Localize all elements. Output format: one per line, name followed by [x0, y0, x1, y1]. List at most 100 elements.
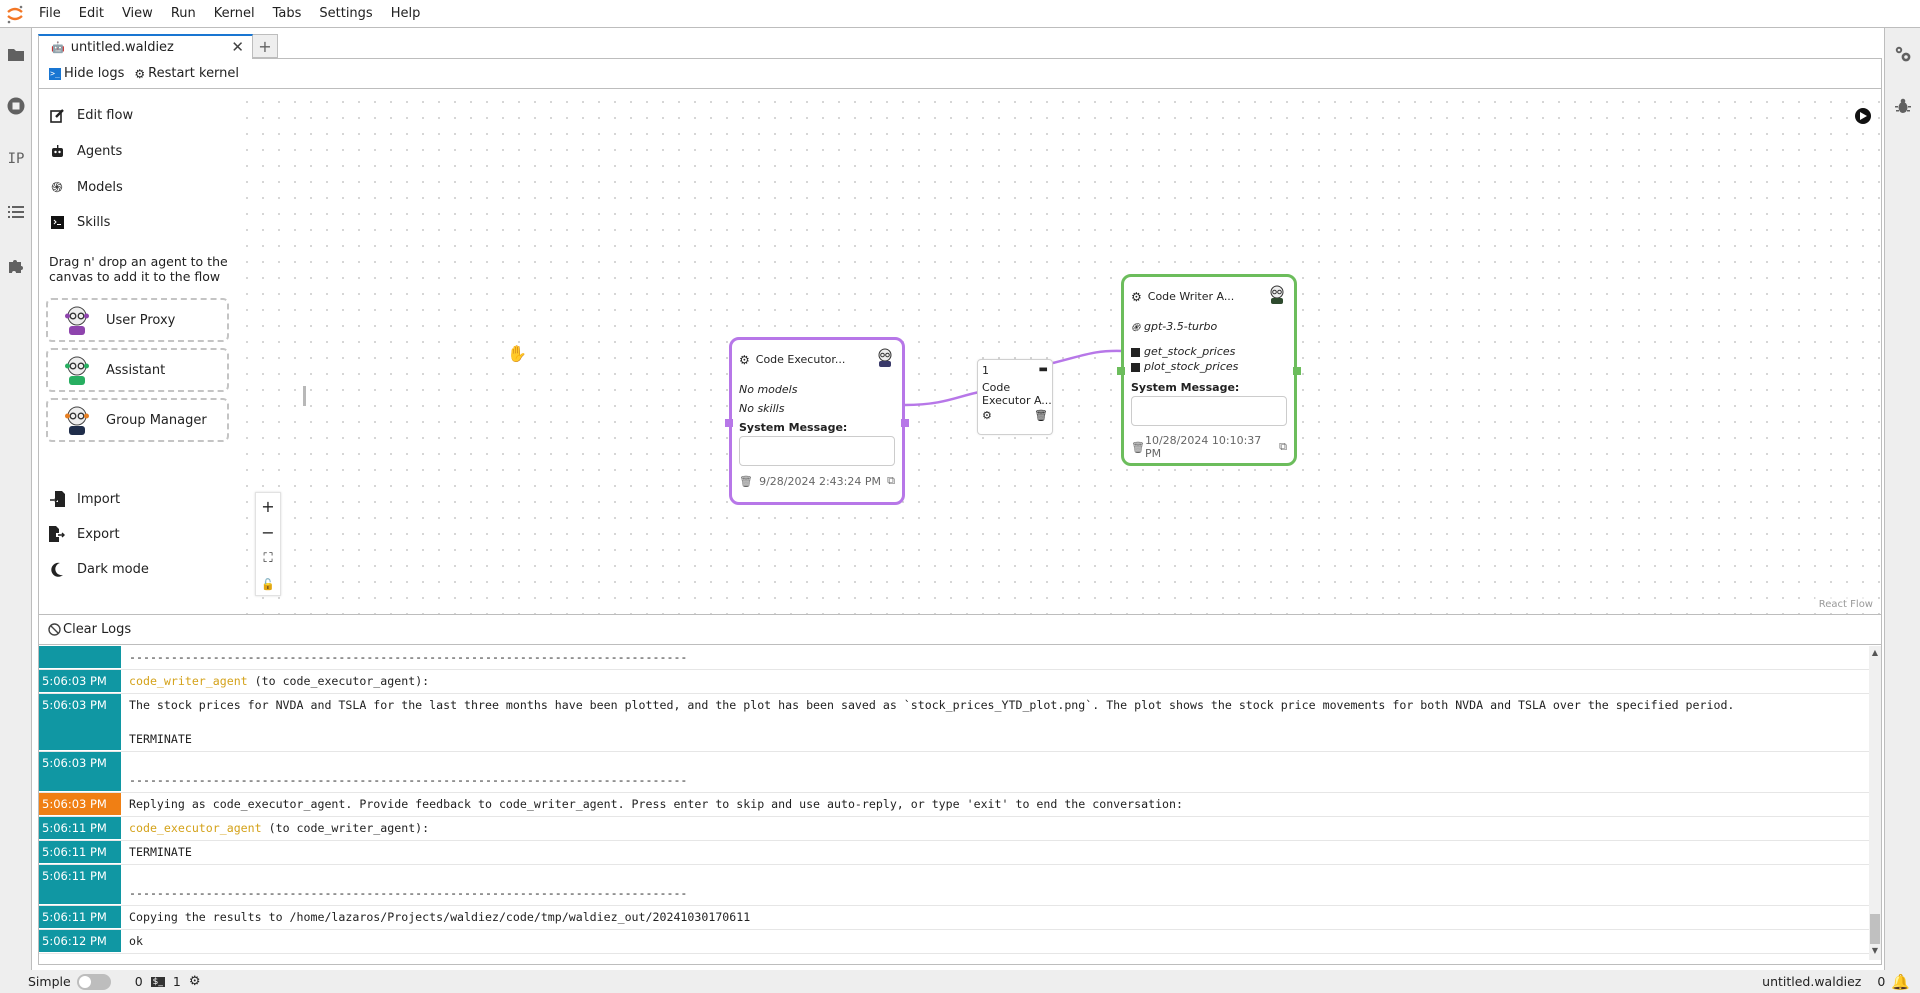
menubar: File Edit View Run Kernel Tabs Settings Help: [0, 0, 1920, 28]
node-model: ֍ gpt-3.5-turbo: [1131, 320, 1287, 335]
menu-settings[interactable]: Settings: [310, 0, 381, 28]
sidebar-item-label: Import: [77, 491, 121, 507]
flow-canvas[interactable]: ⚙ Code Executor... No models No skills S…: [235, 90, 1881, 614]
log-text: ----------------------------------------…: [129, 886, 688, 900]
debugger-icon[interactable]: [1887, 86, 1919, 126]
edge-path-out[interactable]: [1052, 349, 1124, 365]
delete-node-icon[interactable]: 🗑: [1131, 441, 1145, 454]
new-tab-button[interactable]: +: [253, 34, 278, 58]
menu-view[interactable]: View: [113, 0, 162, 28]
sidebar-item-agents[interactable]: Agents: [49, 140, 122, 162]
lock-button[interactable]: 🔓: [256, 571, 280, 597]
menu-run[interactable]: Run: [162, 0, 205, 28]
property-settings-icon[interactable]: [1887, 34, 1919, 74]
node-title: Code Writer A...: [1147, 290, 1235, 303]
agent-settings-gear-icon[interactable]: ⚙: [739, 353, 750, 367]
log-text: (to code_writer_agent):: [268, 821, 430, 835]
close-tab-icon[interactable]: ✕: [231, 38, 244, 56]
node-handle-right[interactable]: [901, 419, 909, 427]
zoom-in-button[interactable]: +: [256, 493, 280, 519]
log-timestamp: [39, 646, 121, 669]
clear-logs-button[interactable]: Clear Logs: [39, 615, 1881, 645]
waldiez-editor-panel: >_ Hide logs ⚙ Restart kernel ⚙ Code Exe…: [38, 59, 1882, 965]
edge-settings-gear-icon[interactable]: ⚙: [982, 409, 992, 422]
sidebar-item-models[interactable]: ֍ Models: [49, 176, 123, 198]
log-row: 5:06:11 PM Copying the results to /home/l…: [39, 906, 1869, 930]
sidebar-item-label: Agents: [77, 143, 123, 159]
property-inspector-icon[interactable]: IP: [0, 139, 32, 179]
kernel-count[interactable]: 1: [173, 974, 181, 989]
system-message-input[interactable]: [739, 436, 895, 466]
log-message: code_executor_agent (to code_writer_agen…: [121, 817, 1869, 840]
menu-kernel[interactable]: Kernel: [205, 0, 264, 28]
edge-delete-icon[interactable]: 🗑: [1034, 409, 1048, 422]
agent-node-code-writer[interactable]: ⚙ Code Writer A... ֍ gpt-3.5-turbo get_s…: [1117, 274, 1301, 466]
scroll-up-icon[interactable]: ▲: [1869, 648, 1881, 660]
edge-label: Code Executor A...: [982, 381, 1052, 407]
zoom-out-button[interactable]: −: [256, 519, 280, 545]
openai-icon: ֍: [51, 179, 63, 196]
log-text: The stock prices for NVDA and TSLA for t…: [129, 698, 1735, 746]
agent-settings-gear-icon[interactable]: ⚙: [1131, 290, 1142, 304]
table-of-contents-icon[interactable]: [0, 192, 32, 232]
fit-view-button[interactable]: ⛶: [256, 545, 280, 571]
agent-node-code-executor[interactable]: ⚙ Code Executor... No models No skills S…: [725, 337, 909, 505]
delete-node-icon[interactable]: 🗑: [739, 475, 753, 488]
log-scrollbar[interactable]: ▲ ▼: [1869, 646, 1881, 960]
menu-tabs[interactable]: Tabs: [264, 0, 311, 28]
node-skill-name: plot_stock_prices: [1144, 360, 1239, 373]
simple-mode-toggle[interactable]: [76, 973, 111, 990]
scrollbar-thumb[interactable]: [1870, 914, 1880, 944]
scroll-down-icon[interactable]: ▼: [1869, 946, 1881, 958]
log-row: 5:06:11 PM code_executor_agent (to code_w…: [39, 817, 1869, 841]
node-handle-left[interactable]: [725, 419, 733, 427]
agent-card-user-proxy[interactable]: User Proxy: [46, 298, 229, 342]
copy-node-icon[interactable]: ⧉: [887, 474, 895, 488]
react-flow-attribution[interactable]: React Flow: [1814, 597, 1877, 612]
hide-logs-button[interactable]: >_ Hide logs: [49, 66, 124, 81]
menu-edit[interactable]: Edit: [70, 0, 113, 28]
sidebar-item-import[interactable]: Import: [49, 488, 120, 510]
sidebar-item-export[interactable]: Export: [49, 523, 120, 545]
running-icon[interactable]: [0, 86, 32, 126]
copy-node-icon[interactable]: ⧉: [1279, 440, 1287, 454]
flow-area: ⚙ Code Executor... No models No skills S…: [39, 90, 1881, 615]
log-message: Replying as code_executor_agent. Provide…: [121, 793, 1869, 816]
edge-label-box[interactable]: 1 ▬ Code Executor A... ⚙ 🗑: [977, 359, 1053, 435]
folder-icon[interactable]: [0, 34, 32, 74]
run-flow-button[interactable]: [1855, 108, 1871, 124]
log-timestamp: 5:06:03 PM: [39, 793, 121, 816]
agent-card-group-manager[interactable]: Group Manager: [46, 398, 229, 442]
node-handle-left[interactable]: [1117, 367, 1125, 375]
menu-help[interactable]: Help: [382, 0, 430, 28]
log-row: 5:06:03 PM code_writer_agent (to code_exe…: [39, 670, 1869, 694]
log-text: Copying the results to /home/lazaros/Pro…: [129, 910, 751, 924]
menu-file[interactable]: File: [30, 0, 70, 28]
log-message: The stock prices for NVDA and TSLA for t…: [121, 694, 1869, 751]
tab-bar: 🤖 untitled.waldiez ✕ +: [38, 34, 1882, 59]
node-handle-right[interactable]: [1293, 367, 1301, 375]
log-row: 5:06:03 PM Replying as code_executor_agen…: [39, 793, 1869, 817]
sidebar-item-dark-mode[interactable]: Dark mode: [49, 558, 149, 580]
tab-untitled-waldiez[interactable]: 🤖 untitled.waldiez ✕: [38, 34, 253, 59]
sidebar-item-skills[interactable]: Skills: [49, 211, 110, 233]
system-message-label: System Message:: [1131, 381, 1240, 394]
status-bar: Simple 0 $_ 1 ⚙ untitled.waldiez 0 🔔: [0, 970, 1920, 993]
log-message: Copying the results to /home/lazaros/Pro…: [121, 906, 1869, 929]
terminal-count[interactable]: 0: [135, 974, 143, 989]
jupyter-logo-icon: [0, 0, 30, 28]
extension-icon[interactable]: [0, 245, 32, 285]
log-row: 5:06:11 PM -----------------------------…: [39, 865, 1869, 906]
terminal-icon: [1131, 348, 1140, 357]
assistant-avatar-icon: [65, 356, 89, 385]
bell-icon[interactable]: 🔔: [1891, 973, 1910, 991]
system-message-input[interactable]: [1131, 396, 1287, 426]
text-cursor-indicator: [303, 386, 306, 406]
log-row: 5:06:03 PM -----------------------------…: [39, 752, 1869, 793]
agent-card-label: Assistant: [106, 362, 166, 378]
sidebar-item-edit-flow[interactable]: Edit flow: [49, 104, 133, 126]
restart-kernel-button[interactable]: ⚙ Restart kernel: [134, 66, 239, 81]
agent-card-assistant[interactable]: Assistant: [46, 348, 229, 392]
right-activity-bar: [1884, 28, 1920, 970]
notification-count[interactable]: 0: [1877, 974, 1885, 989]
